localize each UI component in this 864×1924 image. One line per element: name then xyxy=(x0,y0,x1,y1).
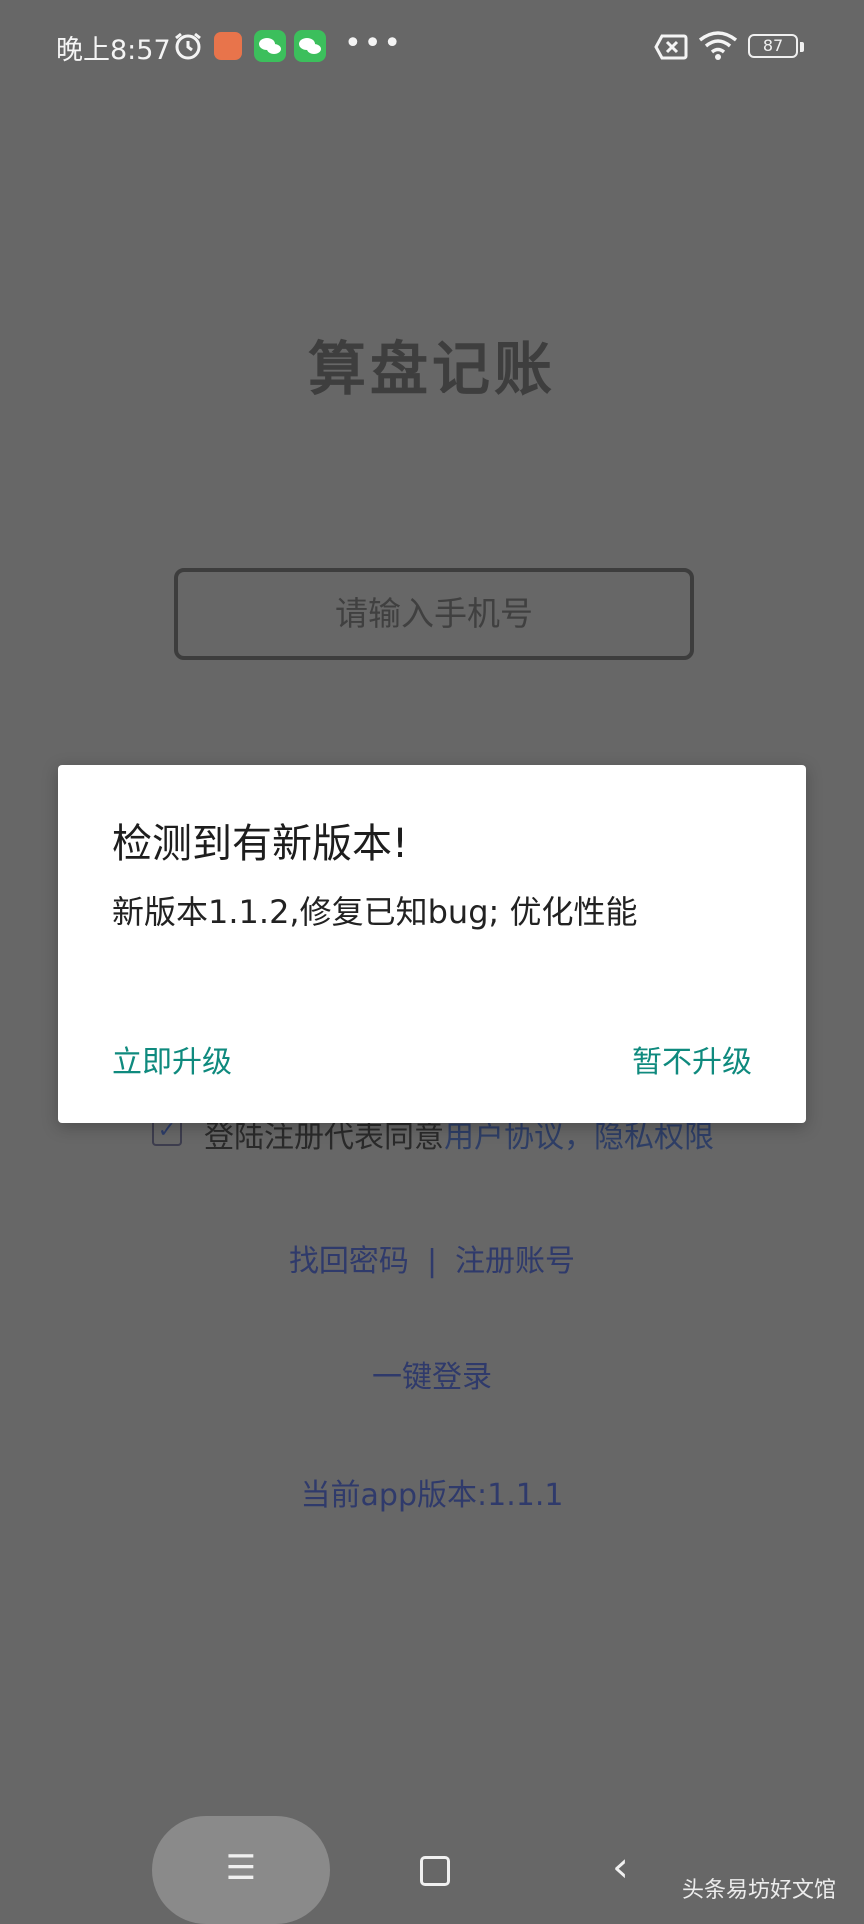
one-click-login-link[interactable]: 一键登录 xyxy=(0,1352,864,1396)
agreement-prefix: 登陆注册代表同意 xyxy=(204,1120,444,1155)
app-notification-icon xyxy=(214,32,242,60)
battery-tip xyxy=(800,42,804,52)
forgot-password-link[interactable]: 找回密码 xyxy=(289,1236,409,1280)
register-link[interactable]: 注册账号 xyxy=(455,1236,575,1280)
agreement-link[interactable]: 用户协议，隐私权限 xyxy=(444,1120,714,1155)
more-icon: ••• xyxy=(344,26,404,61)
battery-icon: 87 xyxy=(748,34,798,58)
no-sim-icon xyxy=(654,34,688,60)
home-icon[interactable] xyxy=(420,1856,450,1886)
back-icon[interactable]: ‹ xyxy=(612,1842,629,1891)
account-links: 找回密码 | 注册账号 xyxy=(0,1236,864,1280)
link-separator: | xyxy=(426,1244,438,1279)
upgrade-now-button[interactable]: 立即升级 xyxy=(112,1037,232,1081)
wechat-icon xyxy=(254,30,286,62)
dialog-title: 检测到有新版本! xyxy=(112,821,409,867)
watermark: 头条易坊好文馆 xyxy=(682,1878,837,1903)
status-bar: 晚上8:57 ••• 87 xyxy=(0,0,864,96)
wechat-icon xyxy=(294,30,326,62)
wifi-icon xyxy=(698,31,738,60)
update-dialog: 检测到有新版本! 新版本1.1.2,修复已知bug; 优化性能 立即升级 暂不升… xyxy=(58,765,806,1123)
menu-icon[interactable]: ☰ xyxy=(152,1816,330,1920)
app-title: 算盘记账 xyxy=(307,335,556,403)
current-version-text: 当前app版本:1.1.1 xyxy=(300,1478,564,1513)
phone-input[interactable]: 请输入手机号 xyxy=(174,568,694,660)
dialog-message: 新版本1.1.2,修复已知bug; 优化性能 xyxy=(112,893,638,931)
status-time: 晚上8:57 xyxy=(56,35,171,66)
alarm-icon xyxy=(175,32,201,60)
upgrade-later-button[interactable]: 暂不升级 xyxy=(632,1037,752,1081)
